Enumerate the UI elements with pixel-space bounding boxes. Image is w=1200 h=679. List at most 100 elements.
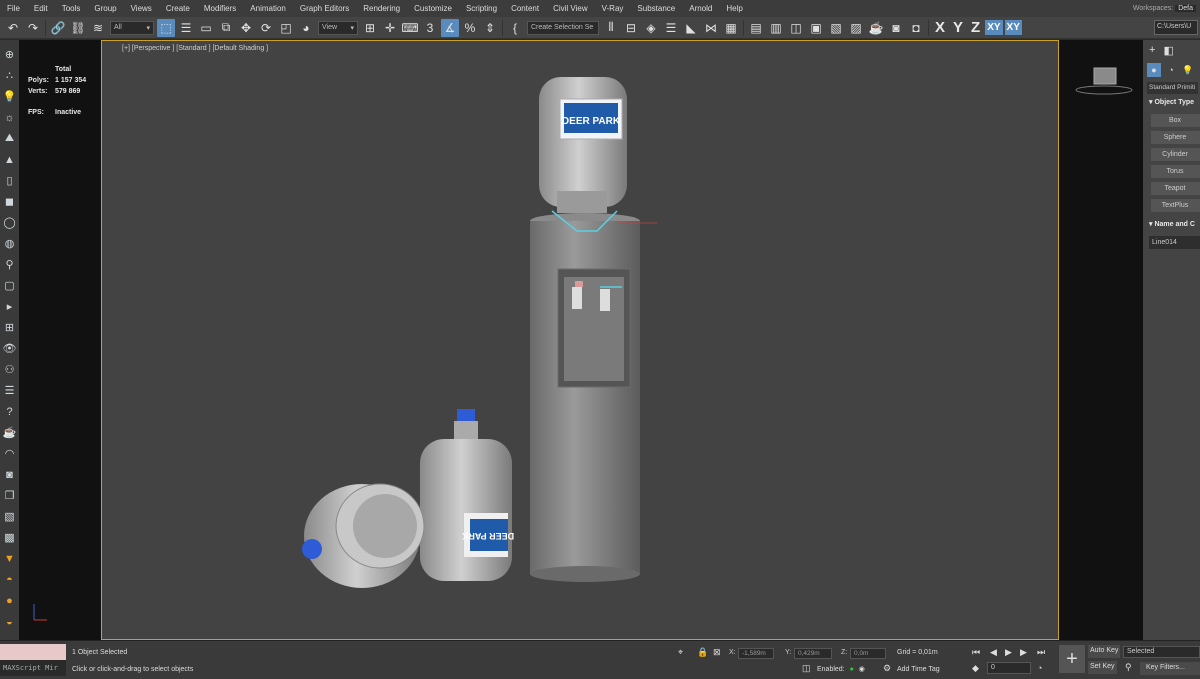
sun-icon[interactable]: ☼	[2, 110, 17, 125]
key-selection-dropdown[interactable]: Selected	[1123, 646, 1200, 658]
toggle-ribbon-icon[interactable]: ☰	[662, 19, 680, 37]
water-cooler[interactable]	[530, 210, 657, 582]
menu-tools[interactable]: Tools	[55, 0, 88, 17]
menu-graph-editors[interactable]: Graph Editors	[293, 0, 356, 17]
redo-icon[interactable]: ↷	[24, 19, 42, 37]
time-tag-icon[interactable]: ⚙	[883, 663, 891, 674]
key-filters-button[interactable]: Key Filters...	[1140, 662, 1200, 675]
menu-vray[interactable]: V-Ray	[595, 0, 631, 17]
render-setup-icon[interactable]: ▤	[747, 19, 765, 37]
menu-views[interactable]: Views	[124, 0, 159, 17]
reference-coordinate-dropdown[interactable]: View ▾	[318, 20, 358, 35]
menu-edit[interactable]: Edit	[27, 0, 55, 17]
select-manipulate-icon[interactable]: ✛	[381, 19, 399, 37]
axis-constraint-xy[interactable]: XY	[985, 20, 1003, 35]
teapot-button[interactable]: Teapot	[1151, 182, 1200, 195]
menu-group[interactable]: Group	[87, 0, 123, 17]
spinner-snap-icon[interactable]: ⇕	[481, 19, 499, 37]
shapes-icon[interactable]: ◔	[1164, 63, 1178, 77]
window-crossing-icon[interactable]: ⧉	[217, 19, 235, 37]
object-name-field[interactable]: Line014	[1149, 236, 1200, 249]
create-icon[interactable]: ⊕	[2, 47, 17, 62]
copy-icon[interactable]: ❐	[2, 488, 17, 503]
mirror-icon[interactable]: ⫴	[602, 19, 620, 37]
water-bottle-standing[interactable]: DEER PARK	[420, 409, 514, 581]
funnel-icon[interactable]: ▼	[2, 551, 17, 566]
vray-teapot-icon[interactable]: ☕	[867, 19, 885, 37]
axis-constraint-z[interactable]: Z	[971, 19, 980, 36]
time-config-icon[interactable]: ◔	[1037, 663, 1042, 673]
scale-icon[interactable]: ◰	[277, 19, 295, 37]
snaps-toggle-icon[interactable]: 3	[421, 19, 439, 37]
x-coordinate-field[interactable]: -1,589m	[738, 648, 774, 659]
workspaces-selector[interactable]: Workspaces: Defa	[1133, 0, 1196, 17]
project-path-field[interactable]: C:\Users\U	[1154, 20, 1198, 35]
select-by-name-icon[interactable]: ☰	[177, 19, 195, 37]
shape-icon[interactable]: ◼	[2, 194, 17, 209]
menu-help[interactable]: Help	[719, 0, 749, 17]
percent-snap-icon[interactable]: %	[461, 19, 479, 37]
absolute-mode-icon[interactable]: ⊠	[713, 647, 721, 658]
select-object-icon[interactable]: ⬚	[157, 18, 175, 37]
workspaces-value[interactable]: Defa	[1175, 5, 1196, 12]
go-to-end-icon[interactable]: ⏭	[1037, 647, 1045, 658]
menu-arnold[interactable]: Arnold	[682, 0, 719, 17]
next-frame-icon[interactable]: ▶	[1020, 647, 1027, 658]
film-icon[interactable]: ▩	[2, 530, 17, 545]
y-coordinate-field[interactable]: 0,429m	[794, 648, 832, 659]
rendered-frame-window-icon[interactable]: ▥	[767, 19, 785, 37]
perspective-viewport[interactable]: [+] [Perspective ] [Standard ] [Default …	[101, 40, 1059, 640]
vray-interactive-icon[interactable]: ◙	[887, 19, 905, 37]
keyboard-shortcut-icon[interactable]: ⌨	[401, 19, 419, 37]
link-icon[interactable]: 🔗	[49, 19, 67, 37]
selection-filter-dropdown[interactable]: All ▾	[110, 20, 154, 35]
play-icon[interactable]: ▶	[1005, 647, 1012, 658]
render-region-icon[interactable]: ▣	[807, 19, 825, 37]
isolate-selection-icon[interactable]: ⌖	[678, 647, 683, 658]
grid-icon[interactable]: ⊞	[2, 320, 17, 335]
half-circle-icon[interactable]: ◓	[2, 572, 17, 587]
move-icon[interactable]: ✥	[237, 19, 255, 37]
water-bottle-fallen[interactable]	[302, 483, 425, 588]
angle-snap-icon[interactable]: ∡	[441, 18, 459, 37]
cylinder-button[interactable]: Cylinder	[1151, 148, 1200, 161]
book-icon[interactable]: ▯	[2, 173, 17, 188]
menu-file[interactable]: File	[0, 0, 27, 17]
menu-content[interactable]: Content	[504, 0, 546, 17]
key-mode-icon[interactable]: ◆	[972, 663, 979, 674]
triangle-icon[interactable]: ▲	[2, 152, 17, 167]
vray-settings-icon[interactable]: ◘	[907, 19, 925, 37]
list-icon[interactable]: ☰	[2, 383, 17, 398]
menu-animation[interactable]: Animation	[243, 0, 293, 17]
rectangular-selection-icon[interactable]: ▭	[197, 19, 215, 37]
set-keys-icon[interactable]: +	[1059, 645, 1085, 673]
menu-civil-view[interactable]: Civil View	[546, 0, 595, 17]
selection-lock-icon[interactable]: 🔒	[697, 647, 708, 658]
circle-icon[interactable]: ●	[2, 593, 17, 608]
people-icon[interactable]: ⚇	[2, 362, 17, 377]
object-type-rollout[interactable]: ▾ Object Type	[1143, 98, 1200, 110]
menu-modifiers[interactable]: Modifiers	[197, 0, 243, 17]
dots-icon[interactable]: ∴	[2, 68, 17, 83]
viewcube-icon[interactable]	[1059, 60, 1143, 120]
box-button[interactable]: Box	[1151, 114, 1200, 127]
textplus-button[interactable]: TextPlus	[1151, 199, 1200, 212]
previous-frame-icon[interactable]: ◀	[990, 647, 997, 658]
script-editor-icon[interactable]: ◫	[802, 663, 811, 674]
light-icon[interactable]: 💡	[2, 89, 17, 104]
align-icon[interactable]: ⊟	[622, 19, 640, 37]
adaptive-degradation[interactable]: Enabled: ● ◉	[817, 665, 865, 673]
edit-named-selection-icon[interactable]: {	[506, 19, 524, 37]
eye-icon[interactable]: 👁	[2, 341, 17, 356]
wave-icon[interactable]: ◠	[2, 446, 17, 461]
ring-icon[interactable]: ◯	[2, 215, 17, 230]
modify-tab-icon[interactable]: ◧	[1163, 44, 1173, 57]
camera-icon[interactable]: ◙	[2, 467, 17, 482]
torus-button[interactable]: Torus	[1151, 165, 1200, 178]
unlink-icon[interactable]: ⛓	[69, 19, 87, 37]
render-icon[interactable]: ▧	[2, 509, 17, 524]
material-editor-icon[interactable]: ▦	[722, 19, 740, 37]
add-time-tag[interactable]: Add Time Tag	[897, 666, 940, 673]
water-bottle-top[interactable]: DEER PARK	[539, 77, 627, 213]
auto-key-button[interactable]: Auto Key	[1088, 645, 1121, 658]
